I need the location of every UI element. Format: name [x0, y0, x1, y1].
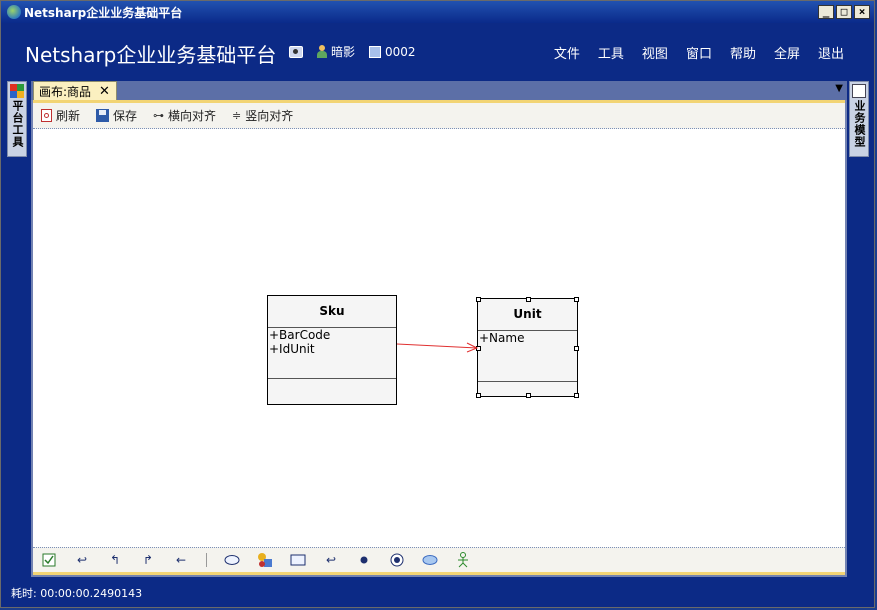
status-bar: 耗时: 00:00:00.2490143: [1, 579, 874, 607]
class-attribute: +Name: [479, 331, 525, 345]
app-header: Netsharp企业业务基础平台 暗影 0002 文件 工具 视图 窗口 帮助 …: [1, 23, 874, 79]
menu-file[interactable]: 文件: [554, 43, 580, 62]
horizontal-align-icon: ⊶: [153, 109, 165, 122]
association-arrow[interactable]: [397, 339, 481, 355]
maximize-button[interactable]: □: [836, 5, 852, 19]
actor-icon[interactable]: [455, 552, 471, 568]
menu-window[interactable]: 窗口: [686, 43, 712, 62]
target-icon[interactable]: [389, 552, 405, 568]
menu-exit[interactable]: 退出: [818, 43, 844, 62]
platform-tools-label: 平台工具: [11, 100, 24, 148]
tab-canvas-product[interactable]: 画布:商品 ✕: [33, 81, 117, 100]
tab-close-icon[interactable]: ✕: [99, 85, 110, 98]
app-title: Netsharp企业业务基础平台: [25, 43, 277, 67]
arrow-turn-left-icon[interactable]: ↰: [107, 552, 123, 568]
ellipse-icon[interactable]: [224, 552, 240, 568]
monitor-icon: [369, 45, 382, 58]
class-attributes: +Name: [478, 331, 577, 382]
shapes-icon[interactable]: [257, 552, 273, 568]
grid-icon: [10, 84, 24, 98]
class-attributes: +BarCode +IdUnit: [268, 328, 396, 379]
class-box-unit[interactable]: Unit +Name: [476, 297, 579, 398]
app-window: Netsharp企业业务基础平台 _ □ × Netsharp企业业务基础平台 …: [0, 0, 875, 608]
minimize-button[interactable]: _: [818, 5, 834, 19]
arrow-back-icon[interactable]: ↩: [74, 552, 90, 568]
user-item[interactable]: 暗影: [317, 43, 355, 60]
resize-handle[interactable]: [476, 297, 481, 302]
close-button[interactable]: ×: [854, 5, 870, 19]
horizontal-align-label: 横向对齐: [168, 109, 217, 123]
arrow-turn-right-icon[interactable]: ↱: [140, 552, 156, 568]
terminal-code: 0002: [385, 44, 416, 59]
save-icon: [96, 109, 110, 122]
menu-view[interactable]: 视图: [642, 43, 668, 62]
refresh-button[interactable]: 刷新: [41, 107, 80, 124]
refresh-icon: [41, 109, 52, 122]
check-icon[interactable]: [41, 552, 57, 568]
class-name: Sku: [268, 296, 396, 328]
tab-dropdown-icon[interactable]: ▼: [835, 83, 843, 94]
toolbar-separator: [206, 553, 207, 567]
window-title: Netsharp企业业务基础平台: [24, 5, 183, 20]
class-attribute: +IdUnit: [269, 342, 315, 356]
horizontal-align-button[interactable]: ⊶ 横向对齐: [153, 107, 216, 124]
arrow-left-icon[interactable]: ←: [173, 552, 189, 568]
user-icon: [317, 45, 327, 58]
menu-tools[interactable]: 工具: [598, 43, 624, 62]
vertical-align-icon: ≑: [232, 109, 242, 122]
header-info: 暗影 0002: [289, 43, 416, 60]
dot-icon[interactable]: [356, 552, 372, 568]
refresh-label: 刷新: [56, 109, 81, 123]
menu-help[interactable]: 帮助: [730, 43, 756, 62]
user-name: 暗影: [331, 45, 356, 59]
business-model-label: 业务模型: [853, 100, 866, 148]
resize-handle[interactable]: [574, 393, 579, 398]
save-label: 保存: [113, 109, 138, 123]
canvas-toolbar: 刷新 保存 ⊶ 横向对齐 ≑ 竖向对齐: [33, 100, 845, 129]
vertical-align-button[interactable]: ≑ 竖向对齐: [232, 107, 293, 124]
resize-handle[interactable]: [526, 393, 531, 398]
title-bar: Netsharp企业业务基础平台 _ □ ×: [1, 1, 874, 23]
terminal-item[interactable]: 0002: [369, 45, 416, 59]
ellipse-filled-icon[interactable]: [422, 552, 438, 568]
elapsed-time: 耗时: 00:00:00.2490143: [11, 587, 143, 600]
class-attribute: +BarCode: [269, 328, 331, 342]
tab-strip: 画布:商品 ✕ ▼: [31, 81, 847, 100]
screenshot-item[interactable]: [289, 45, 303, 58]
resize-handle[interactable]: [574, 297, 579, 302]
shape-toolbar: ↩ ↰ ↱ ← ↩: [33, 547, 845, 575]
menu-fullscreen[interactable]: 全屏: [774, 43, 800, 62]
diagram-canvas[interactable]: Sku +BarCode +IdUnit Unit +Name: [33, 129, 845, 547]
rectangle-icon[interactable]: [290, 552, 306, 568]
save-button[interactable]: 保存: [96, 107, 137, 124]
tab-label: 画布:商品: [39, 84, 92, 99]
main-menu: 文件 工具 视图 窗口 帮助 全屏 退出: [554, 43, 844, 62]
business-model-tab[interactable]: 业务模型: [849, 81, 869, 157]
document-icon: [852, 84, 866, 98]
document-area: 画布:商品 ✕ ▼ 刷新 保存 ⊶ 横向对齐 ≑ 竖向对齐 Sku +BarCo…: [31, 81, 847, 577]
camera-icon: [289, 45, 303, 58]
window-controls: _ □ ×: [818, 5, 870, 19]
resize-handle[interactable]: [476, 393, 481, 398]
vertical-align-label: 竖向对齐: [245, 109, 294, 123]
resize-handle[interactable]: [574, 346, 579, 351]
globe-icon: [7, 5, 21, 19]
resize-handle[interactable]: [526, 297, 531, 302]
arrow-back-2-icon[interactable]: ↩: [323, 552, 339, 568]
class-name: Unit: [478, 299, 577, 331]
class-box-sku[interactable]: Sku +BarCode +IdUnit: [267, 295, 397, 405]
platform-tools-tab[interactable]: 平台工具: [7, 81, 27, 157]
